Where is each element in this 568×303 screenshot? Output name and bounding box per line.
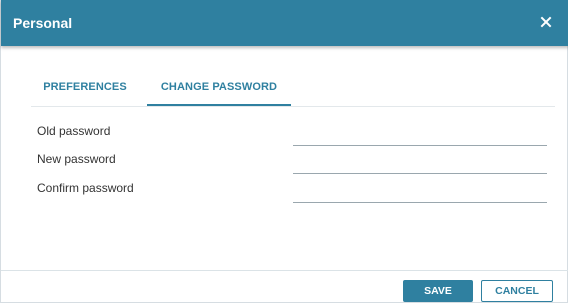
new-password-field[interactable] (293, 151, 547, 174)
confirm-password-row: Confirm password (37, 180, 547, 208)
confirm-password-label: Confirm password (37, 181, 134, 195)
close-icon[interactable] (537, 13, 555, 31)
old-password-row: Old password (37, 123, 547, 151)
new-password-label: New password (37, 152, 116, 166)
dialog-header: Personal (1, 0, 568, 46)
old-password-field[interactable] (293, 123, 547, 146)
new-password-row: New password (37, 151, 547, 179)
cancel-button[interactable]: CANCEL (481, 280, 553, 302)
footer-divider (1, 270, 568, 271)
old-password-label: Old password (37, 124, 111, 138)
confirm-password-field[interactable] (293, 180, 547, 203)
save-button[interactable]: SAVE (403, 280, 473, 302)
personal-dialog: Personal PREFERENCES CHANGE PASSWORD Old… (0, 0, 568, 303)
tab-change-password[interactable]: CHANGE PASSWORD (147, 76, 291, 106)
dialog-title: Personal (13, 15, 73, 31)
tab-bar: PREFERENCES CHANGE PASSWORD (31, 76, 555, 107)
tab-preferences[interactable]: PREFERENCES (31, 76, 139, 105)
